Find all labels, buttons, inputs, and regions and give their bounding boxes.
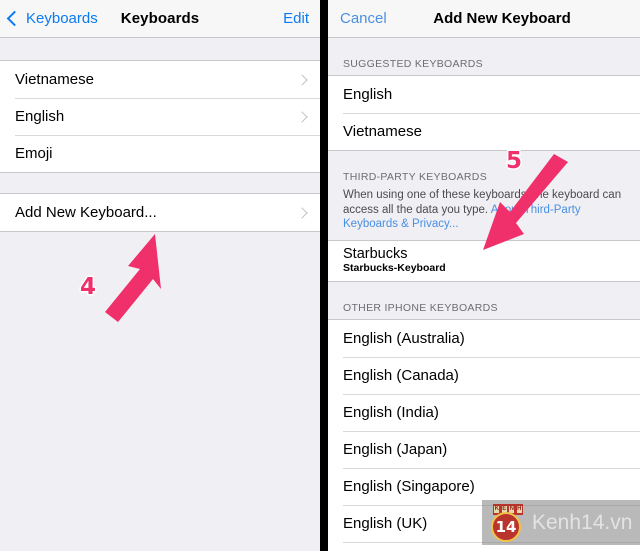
other-row-english-japan[interactable]: English (Japan) xyxy=(328,430,640,468)
list-item-label: English (Australia) xyxy=(343,329,465,347)
third-party-keyboards-group: Starbucks Starbucks-Keyboard xyxy=(328,239,640,282)
list-item-label: English (Japan) xyxy=(343,440,448,458)
other-row-english-india[interactable]: English (India) xyxy=(328,393,640,431)
third-party-section-header: THIRD-PARTY KEYBOARDS xyxy=(328,171,640,188)
suggested-keyboards-group: English Vietnamese xyxy=(328,75,640,151)
left-page-title: Keyboards xyxy=(120,10,200,27)
other-section-header-wrap: OTHER IPHONE KEYBOARDS xyxy=(328,281,640,319)
list-item-subtitle: Starbucks-Keyboard xyxy=(343,262,446,274)
chevron-right-icon xyxy=(296,206,308,219)
list-item-label: English xyxy=(343,86,393,103)
left-navbar: Keyboards Keyboards Edit xyxy=(0,0,320,38)
list-item-label: English (India) xyxy=(343,403,439,421)
list-item-label: English (UK) xyxy=(343,514,428,532)
suggested-row-english[interactable]: English xyxy=(328,76,640,113)
keyboard-row-english[interactable]: English xyxy=(0,98,320,135)
chevron-right-icon xyxy=(296,110,308,123)
list-item-title: Starbucks xyxy=(343,246,408,262)
right-page-title: Add New Keyboard xyxy=(433,10,571,27)
suggested-section-header: SUGGESTED KEYBOARDS xyxy=(328,58,640,75)
panel-divider xyxy=(320,0,328,551)
third-party-privacy-note: When using one of these keyboards, the k… xyxy=(328,188,640,240)
suggested-section-header-wrap: SUGGESTED KEYBOARDS xyxy=(328,38,640,75)
right-panel-add-new-keyboard: Cancel Add New Keyboard SUGGESTED KEYBOA… xyxy=(328,0,640,551)
third-party-row-starbucks[interactable]: Starbucks Starbucks-Keyboard xyxy=(328,240,640,281)
keyboard-row-emoji[interactable]: Emoji xyxy=(0,135,320,172)
left-panel-keyboards-settings: Keyboards Keyboards Edit Vietnamese Engl… xyxy=(0,0,320,551)
screenshot-root: Keyboards Keyboards Edit Vietnamese Engl… xyxy=(0,0,640,551)
list-item-label: Emoji xyxy=(15,145,53,162)
other-row-english-uk[interactable]: English (UK) xyxy=(328,504,640,542)
other-section-header: OTHER IPHONE KEYBOARDS xyxy=(328,301,640,319)
suggested-row-vietnamese[interactable]: Vietnamese xyxy=(328,113,640,150)
list-item-label: Vietnamese xyxy=(343,123,422,140)
add-new-keyboard-group: Add New Keyboard... xyxy=(0,193,320,232)
list-item-label: Vietnamese xyxy=(15,71,94,88)
installed-keyboards-group: Vietnamese English Emoji xyxy=(0,60,320,173)
other-iphone-keyboards-group: English (Australia) English (Canada) Eng… xyxy=(328,318,640,551)
right-navbar: Cancel Add New Keyboard xyxy=(328,0,640,38)
add-new-keyboard-row[interactable]: Add New Keyboard... xyxy=(0,194,320,231)
other-row-english-australia[interactable]: English (Australia) xyxy=(328,319,640,357)
edit-button[interactable]: Edit xyxy=(283,10,309,27)
left-top-spacer xyxy=(0,38,320,60)
list-item-label: English (Canada) xyxy=(343,366,459,384)
third-party-section-header-wrap: THIRD-PARTY KEYBOARDS xyxy=(328,151,640,188)
left-mid-spacer xyxy=(0,173,320,193)
other-row-english-singapore[interactable]: English (Singapore) xyxy=(328,467,640,505)
chevron-right-icon xyxy=(296,73,308,86)
keyboard-row-vietnamese[interactable]: Vietnamese xyxy=(0,61,320,98)
other-row-english-canada[interactable]: English (Canada) xyxy=(328,356,640,394)
other-row-arabic[interactable]: Arabic xyxy=(328,541,640,551)
list-item-label: English xyxy=(15,108,65,125)
annotation-marker-4: 4 xyxy=(78,273,97,302)
add-new-keyboard-label: Add New Keyboard... xyxy=(15,204,157,221)
list-item-label: English (Singapore) xyxy=(343,477,475,495)
